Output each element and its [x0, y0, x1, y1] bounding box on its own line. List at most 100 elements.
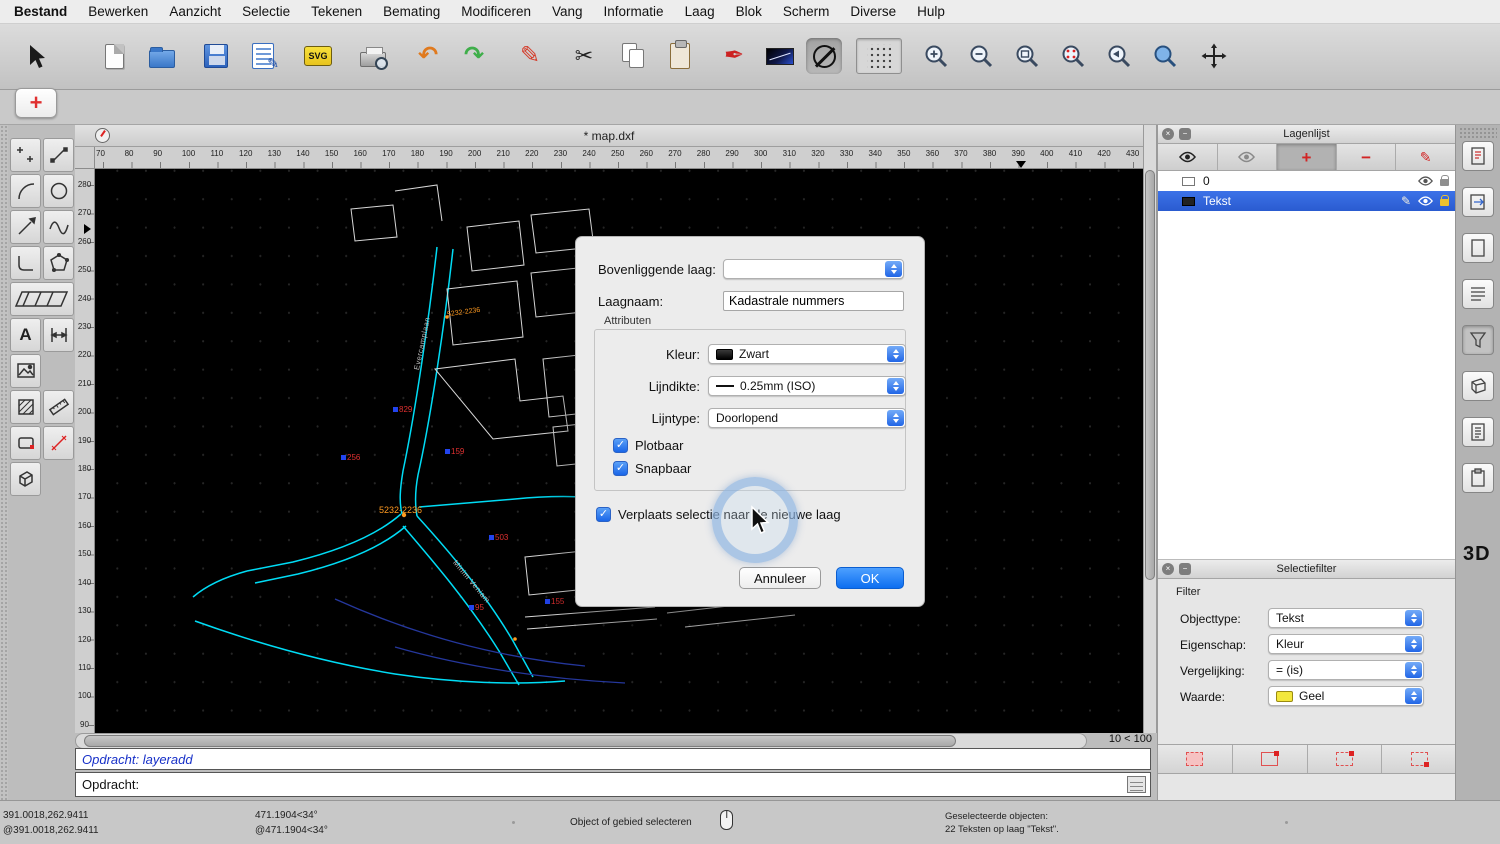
add-layer-button[interactable]: + [15, 88, 57, 118]
zoom-previous-button[interactable] [1101, 38, 1137, 74]
views-panel-button[interactable] [1462, 187, 1494, 217]
marker-pen-button[interactable]: ✒ [716, 38, 752, 74]
layers-list-area[interactable] [1158, 211, 1455, 560]
sheet-panel-button[interactable] [1462, 233, 1494, 263]
select-tool-button[interactable] [18, 38, 54, 74]
menu-item[interactable]: Hulp [917, 4, 945, 19]
horizontal-scrollbar[interactable] [75, 733, 1087, 749]
notes-panel-button[interactable] [1462, 417, 1494, 447]
open-file-button[interactable] [144, 38, 180, 74]
collapse-icon[interactable]: − [1179, 128, 1191, 140]
show-all-layers-button[interactable] [1158, 144, 1218, 170]
parent-layer-select[interactable] [723, 259, 904, 279]
text-tool[interactable]: A [10, 318, 41, 352]
no-fill-button[interactable] [806, 38, 842, 74]
zoom-selection-button[interactable] [1055, 38, 1091, 74]
eraser-pen-button[interactable]: ✎ [512, 38, 548, 74]
gradient-fill-button[interactable] [762, 38, 798, 74]
print-preview-button[interactable] [355, 38, 391, 74]
list-panel-button[interactable] [1462, 279, 1494, 309]
measure-tool[interactable] [43, 426, 74, 460]
color-select[interactable]: Zwart [708, 344, 906, 364]
hide-layers-button[interactable] [1218, 144, 1278, 170]
vertical-scrollbar[interactable] [1143, 125, 1157, 733]
menu-item[interactable]: Bewerken [88, 4, 148, 19]
ok-button[interactable]: OK [836, 567, 904, 589]
command-input-row[interactable]: Opdracht: [75, 772, 1151, 797]
layer-row-selected[interactable]: Tekst ✎ [1158, 191, 1455, 211]
undo-button[interactable]: ↶ [410, 38, 446, 74]
close-icon[interactable]: × [1162, 563, 1174, 575]
polygon-tool[interactable] [43, 246, 74, 280]
menu-item[interactable]: Selectie [242, 4, 290, 19]
hatch-region-tool[interactable] [10, 282, 74, 316]
add-to-selection-button[interactable] [1233, 745, 1308, 773]
command-list-icon[interactable] [1127, 776, 1146, 793]
zoom-window-button[interactable] [1147, 38, 1183, 74]
value-select[interactable]: Geel [1268, 686, 1424, 706]
close-icon[interactable]: × [1162, 128, 1174, 140]
corner-tool[interactable] [10, 246, 41, 280]
menu-item[interactable]: Vang [552, 4, 583, 19]
filter-panel-button[interactable] [1462, 325, 1494, 355]
shape-edit-tool[interactable] [10, 426, 41, 460]
cube-3d-tool[interactable] [10, 462, 41, 496]
redo-button[interactable]: ↷ [456, 38, 492, 74]
new-document-button[interactable] [96, 38, 132, 74]
pen-icon[interactable]: ✎ [1401, 195, 1411, 207]
horizontal-scrollbar-thumb[interactable] [84, 735, 956, 747]
perspective-panel-button[interactable] [1462, 371, 1494, 401]
fill-hatch-tool[interactable] [10, 390, 41, 424]
dimension-tool[interactable] [43, 318, 74, 352]
menu-item[interactable]: Scherm [783, 4, 830, 19]
menu-item[interactable]: Diverse [850, 4, 896, 19]
cancel-button[interactable]: Annuleer [739, 567, 821, 589]
spline-tool[interactable] [43, 210, 74, 244]
plottable-checkbox[interactable]: ✓ [613, 438, 628, 453]
select-filtered-button[interactable] [1158, 745, 1233, 773]
add-layer-panel-button[interactable]: + [1277, 144, 1337, 170]
remove-layer-button[interactable]: − [1337, 144, 1397, 170]
menu-item[interactable]: Laag [685, 4, 715, 19]
ruler-tool[interactable] [43, 390, 74, 424]
zoom-in-button[interactable] [918, 38, 954, 74]
objecttype-select[interactable]: Tekst [1268, 608, 1424, 628]
menu-item[interactable]: Blok [736, 4, 762, 19]
lineweight-select[interactable]: 0.25mm (ISO) [708, 376, 906, 396]
eye-icon[interactable] [1418, 176, 1433, 186]
edit-form-button[interactable] [245, 38, 281, 74]
edit-layer-button[interactable]: ✎ [1396, 144, 1455, 170]
menu-item[interactable]: Tekenen [311, 4, 362, 19]
arc-tool[interactable] [10, 174, 41, 208]
menu-item[interactable]: Bestand [14, 4, 67, 19]
move-selection-checkbox[interactable]: ✓ [596, 507, 611, 522]
eye-icon[interactable] [1418, 196, 1433, 206]
comparison-select[interactable]: = (is) [1268, 660, 1424, 680]
menu-item[interactable]: Modificeren [461, 4, 531, 19]
menu-item[interactable]: Informatie [604, 4, 664, 19]
collapse-icon[interactable]: − [1179, 563, 1191, 575]
zoom-out-button[interactable] [963, 38, 999, 74]
zoom-fit-button[interactable] [1009, 38, 1045, 74]
grid-toggle-button[interactable] [856, 38, 902, 74]
menu-item[interactable]: Bemating [383, 4, 440, 19]
ellipse-tool[interactable] [43, 174, 74, 208]
pan-button[interactable] [1196, 38, 1232, 74]
property-select[interactable]: Kleur [1268, 634, 1424, 654]
clipboard-panel-button[interactable] [1462, 463, 1494, 493]
snappable-checkbox[interactable]: ✓ [613, 461, 628, 476]
polyline-tool[interactable] [10, 210, 41, 244]
menu-item[interactable]: Aanzicht [169, 4, 221, 19]
save-button[interactable] [198, 38, 234, 74]
svg-export-button[interactable]: SVG [300, 38, 336, 74]
cut-button[interactable]: ✂ [566, 38, 602, 74]
lock-icon[interactable] [1440, 199, 1449, 206]
layer-row[interactable]: 0 [1158, 171, 1455, 191]
image-tool[interactable] [10, 354, 41, 388]
vertical-scrollbar-thumb[interactable] [1145, 170, 1155, 580]
point-tool[interactable] [10, 138, 41, 172]
copy-button[interactable] [616, 38, 652, 74]
canvas-origin-icon[interactable] [95, 128, 110, 143]
lock-icon[interactable] [1440, 179, 1449, 186]
dock-handle-strip[interactable] [0, 125, 8, 800]
